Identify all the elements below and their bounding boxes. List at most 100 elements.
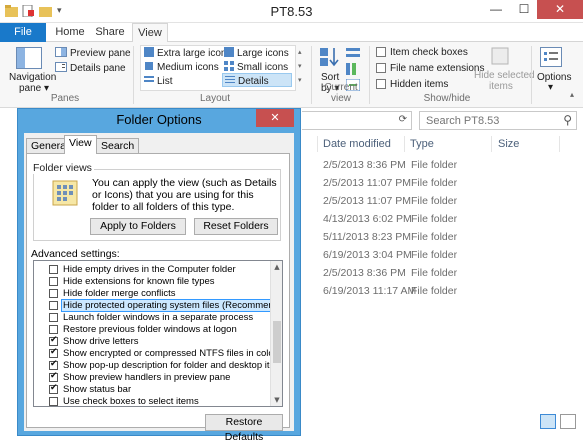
column-type[interactable]: Type: [410, 138, 434, 150]
file-row[interactable]: 2/5/2013 8:36 PM File folder: [323, 159, 573, 173]
medium-icons-button[interactable]: Medium icons: [144, 61, 219, 74]
large-icons-view-toggle[interactable]: [560, 414, 576, 429]
sort-by-icon: [318, 46, 340, 71]
advanced-setting-item[interactable]: Show drive letters: [34, 335, 270, 347]
scroll-up-icon[interactable]: ▲: [271, 261, 282, 273]
search-icon[interactable]: ⚲: [563, 113, 572, 127]
setting-checkbox[interactable]: [49, 359, 58, 370]
address-bar[interactable]: ⟳: [302, 111, 412, 130]
extra-large-icons-label: Extra large icons: [157, 48, 232, 60]
setting-checkbox[interactable]: [49, 383, 58, 394]
maximize-button[interactable]: ☐: [510, 0, 538, 19]
file-row[interactable]: 2/5/2013 11:07 PM File folder: [323, 195, 573, 209]
search-box[interactable]: ⚲: [419, 111, 577, 130]
setting-checkbox[interactable]: [49, 265, 58, 274]
hide-selected-items-button[interactable]: Hide selected: [474, 70, 535, 81]
file-row[interactable]: 2/5/2013 11:07 PM File folder: [323, 177, 573, 191]
file-row[interactable]: 5/11/2013 8:23 PM File folder: [323, 231, 573, 245]
tab-file[interactable]: File: [0, 23, 46, 42]
advanced-setting-item[interactable]: Hide extensions for known file types: [34, 276, 270, 287]
hidden-items-toggle[interactable]: Hidden items: [376, 79, 448, 90]
advanced-setting-item[interactable]: Show encrypted or compressed NTFS files …: [34, 347, 277, 359]
setting-checkbox[interactable]: [49, 371, 58, 382]
advanced-setting-item[interactable]: Hide empty drives in the Computer folder: [34, 264, 270, 275]
file-name-extensions-toggle[interactable]: File name extensions: [376, 63, 485, 74]
file-row[interactable]: 2/5/2013 8:36 PM File folder: [323, 267, 573, 281]
large-icons-label: Large icons: [237, 48, 289, 60]
options-icon: [540, 47, 562, 70]
tab-view[interactable]: View: [64, 135, 97, 154]
scroll-thumb[interactable]: [273, 321, 281, 363]
advanced-setting-item[interactable]: Hide protected operating system files (R…: [34, 299, 282, 312]
layout-scroll-icon[interactable]: ▴ ▾ ▾: [298, 46, 302, 88]
file-row[interactable]: 6/19/2013 11:17 AM File folder: [323, 285, 573, 299]
details-view-toggle[interactable]: [540, 414, 556, 429]
setting-checkbox[interactable]: [49, 347, 58, 358]
file-date: 2/5/2013 11:07 PM: [323, 177, 411, 189]
advanced-setting-item[interactable]: Use check boxes to select items: [34, 396, 270, 406]
dialog-close-button[interactable]: ✕: [256, 109, 294, 127]
tab-home[interactable]: Home: [50, 23, 90, 42]
tab-search[interactable]: Search: [96, 138, 140, 153]
folder-options-dialog: Folder Options ✕ General View Search Fol…: [17, 108, 301, 443]
details-pane-button[interactable]: Details pane: [55, 62, 126, 75]
setting-checkbox[interactable]: [49, 289, 58, 298]
advanced-settings-scrollbar[interactable]: ▲ ▼: [270, 261, 282, 406]
preview-pane-button[interactable]: Preview pane: [55, 47, 131, 60]
file-row[interactable]: 6/19/2013 3:04 PM File folder: [323, 249, 573, 263]
large-icons-icon: [224, 47, 234, 60]
folder-views-label: Folder views: [31, 162, 94, 174]
advanced-setting-item[interactable]: Launch folder windows in a separate proc…: [34, 312, 270, 323]
advanced-setting-item[interactable]: Show preview handlers in preview pane: [34, 371, 270, 383]
restore-defaults-button[interactable]: Restore Defaults: [205, 414, 283, 443]
setting-checkbox[interactable]: [49, 313, 58, 322]
close-button[interactable]: ✕: [537, 0, 583, 19]
refresh-icon[interactable]: ⟳: [399, 114, 407, 125]
column-divider: [404, 136, 405, 152]
advanced-setting-item[interactable]: Hide folder merge conflicts: [34, 288, 270, 299]
apply-to-folders-button[interactable]: Apply to Folders: [90, 218, 186, 235]
advanced-setting-item[interactable]: Show status bar: [34, 383, 270, 395]
setting-checkbox[interactable]: [49, 301, 58, 310]
large-icons-icon: [144, 47, 154, 60]
column-date-modified[interactable]: Date modified: [323, 138, 391, 150]
setting-checkbox[interactable]: [49, 325, 58, 334]
hide-selected-icon: [490, 46, 510, 69]
scroll-down-icon[interactable]: ▼: [271, 394, 282, 406]
advanced-settings-list[interactable]: Hide empty drives in the Computer folder…: [33, 260, 283, 407]
setting-label: Show pop-up description for folder and d…: [63, 360, 283, 371]
add-columns-icon[interactable]: [346, 63, 360, 78]
tab-share[interactable]: Share: [92, 23, 128, 42]
reset-folders-button[interactable]: Reset Folders: [194, 218, 278, 235]
advanced-setting-item[interactable]: Show pop-up description for folder and d…: [34, 359, 282, 371]
setting-label: Show drive letters: [63, 336, 139, 347]
column-size[interactable]: Size: [498, 138, 519, 150]
group-by-icon[interactable]: [346, 47, 360, 62]
details-view-button[interactable]: Details: [222, 73, 292, 87]
advanced-setting-item[interactable]: Restore previous folder windows at logon: [34, 324, 270, 335]
setting-checkbox[interactable]: [49, 277, 58, 286]
file-name-extensions-checkbox[interactable]: [376, 63, 386, 74]
extra-large-icons-button[interactable]: Extra large icons: [144, 47, 231, 60]
setting-label: Show status bar: [63, 384, 132, 395]
file-date: 6/19/2013 11:17 AM: [323, 285, 417, 297]
collapse-ribbon-icon[interactable]: ▴: [570, 90, 574, 99]
list-icon: [144, 75, 154, 88]
file-row[interactable]: 4/13/2013 6:02 PM File folder: [323, 213, 573, 227]
setting-label: Launch folder windows in a separate proc…: [63, 312, 254, 323]
setting-checkbox[interactable]: [49, 397, 58, 406]
setting-checkbox[interactable]: [49, 335, 58, 346]
item-check-boxes-toggle[interactable]: Item check boxes: [376, 47, 468, 58]
file-type: File folder: [411, 159, 458, 171]
large-icons-button[interactable]: Large icons: [224, 47, 289, 60]
navigation-pane-button[interactable]: Navigation: [9, 72, 56, 83]
options-dropdown[interactable]: ▾: [548, 82, 553, 93]
file-date: 5/11/2013 8:23 PM: [323, 231, 411, 243]
minimize-button[interactable]: —: [482, 0, 510, 19]
options-button[interactable]: Options: [537, 72, 571, 83]
list-view-button[interactable]: List: [144, 75, 173, 88]
search-input[interactable]: [420, 112, 550, 129]
item-check-boxes-checkbox[interactable]: [376, 47, 386, 58]
tab-view[interactable]: View: [132, 23, 168, 43]
hidden-items-checkbox[interactable]: [376, 79, 386, 90]
